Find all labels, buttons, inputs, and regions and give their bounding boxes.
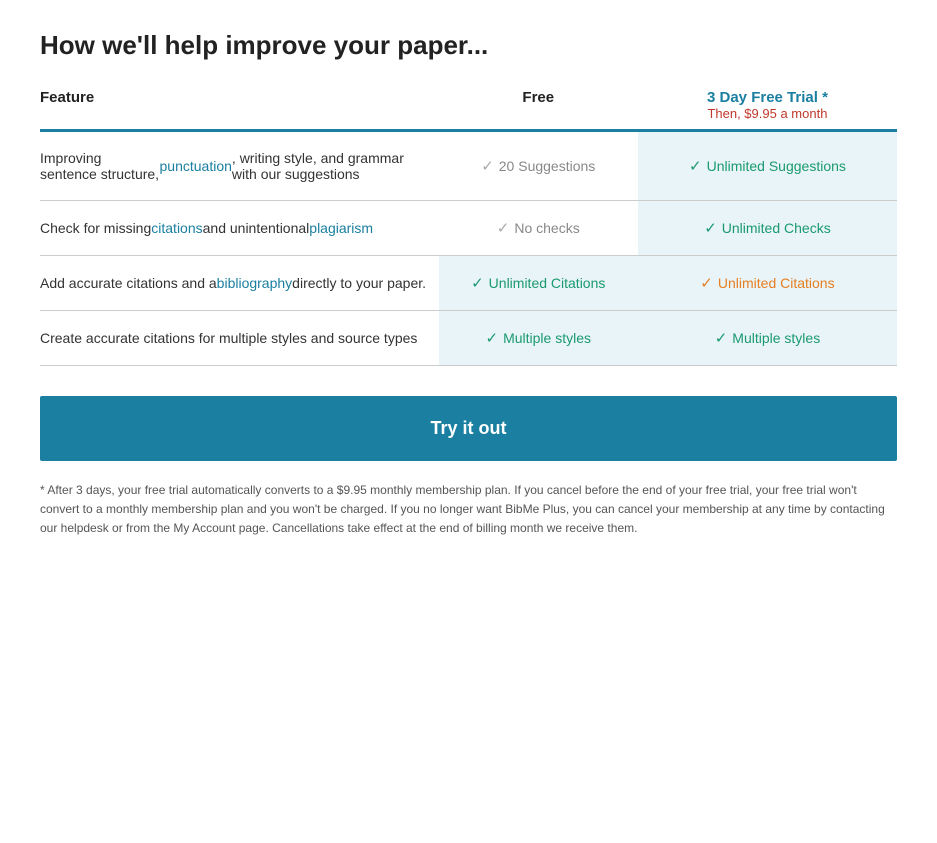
col-header-free: Free (439, 89, 638, 121)
check-icon: ✓ (700, 274, 713, 292)
feature-plagiarism: Check for missing citations and unintent… (40, 201, 439, 255)
link-punctuation[interactable]: punctuation (160, 158, 232, 174)
free-styles: ✓ Multiple styles (439, 311, 638, 365)
check-icon: ✓ (689, 157, 702, 175)
check-icon: ✓ (471, 274, 484, 292)
link-bibliography[interactable]: bibliography (217, 275, 293, 291)
link-plagiarism[interactable]: plagiarism (309, 220, 373, 236)
check-icon: ✓ (715, 329, 728, 347)
table-row: Improving sentence structure, punctuatio… (40, 132, 897, 201)
comparison-table: Feature Free 3 Day Free Trial * Then, $9… (40, 89, 897, 366)
col-header-feature: Feature (40, 89, 439, 121)
trial-styles: ✓ Multiple styles (638, 311, 897, 365)
free-suggestions: ✓ 20 Suggestions (439, 132, 638, 200)
feature-bibliography: Add accurate citations and a bibliograph… (40, 256, 439, 310)
feature-styles: Create accurate citations for multiple s… (40, 311, 439, 365)
free-plagiarism: ✓ No checks (439, 201, 638, 255)
check-icon: ✓ (704, 219, 717, 237)
table-header: Feature Free 3 Day Free Trial * Then, $9… (40, 89, 897, 132)
table-row: Create accurate citations for multiple s… (40, 311, 897, 366)
check-icon: ✓ (497, 219, 510, 237)
check-icon: ✓ (486, 329, 499, 347)
free-citations: ✓ Unlimited Citations (439, 256, 638, 310)
feature-suggestions: Improving sentence structure, punctuatio… (40, 132, 439, 200)
try-it-out-button[interactable]: Try it out (40, 396, 897, 461)
trial-citations: ✓ Unlimited Citations (638, 256, 897, 310)
page-title: How we'll help improve your paper... (40, 30, 897, 61)
trial-plagiarism: ✓ Unlimited Checks (638, 201, 897, 255)
trial-suggestions: ✓ Unlimited Suggestions (638, 132, 897, 200)
check-icon: ✓ (481, 157, 494, 175)
col-header-trial: 3 Day Free Trial * Then, $9.95 a month (638, 89, 897, 121)
table-row: Add accurate citations and a bibliograph… (40, 256, 897, 311)
table-row: Check for missing citations and unintent… (40, 201, 897, 256)
link-citations[interactable]: citations (151, 220, 202, 236)
footnote-text: * After 3 days, your free trial automati… (40, 481, 897, 539)
